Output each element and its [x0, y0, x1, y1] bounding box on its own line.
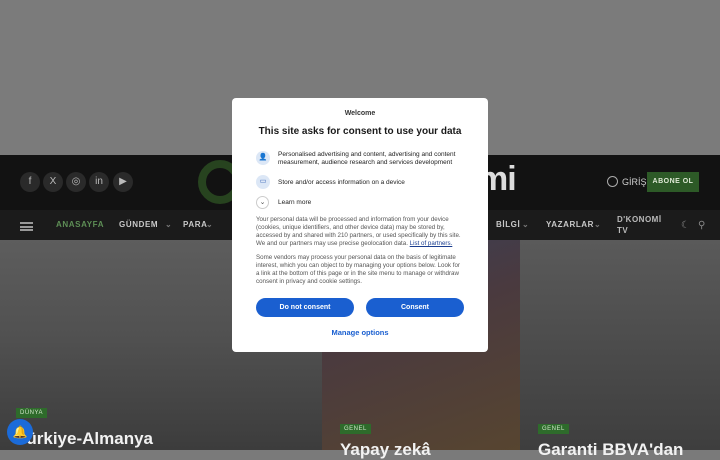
consent-title: This site asks for consent to use your d…: [258, 126, 462, 137]
person-icon: 👤: [256, 151, 270, 165]
user-icon: [607, 176, 618, 187]
consent-welcome: Welcome: [344, 110, 376, 117]
search-icon[interactable]: ⚲: [698, 220, 705, 231]
nav-item-para[interactable]: PARA: [183, 220, 207, 229]
chevron-down-icon[interactable]: ⌄: [256, 196, 269, 209]
consent-purpose-2: Store and/or access information on a dev…: [278, 179, 405, 186]
nav-item-gundem[interactable]: GÜNDEM: [119, 220, 158, 229]
partners-link[interactable]: List of partners.: [410, 240, 453, 247]
nav-chevron-icon: ⌄: [522, 220, 530, 229]
consent-paragraph-1: Your personal data will be processed and…: [256, 216, 464, 248]
card-tag[interactable]: DÜNYA: [16, 408, 48, 418]
do-not-consent-button[interactable]: Do not consent: [256, 298, 354, 317]
nav-chevron-icon: ⌄: [594, 220, 602, 229]
nav-item-yazarlar[interactable]: YAZARLAR: [546, 220, 594, 229]
consent-paragraph-2: Some vendors may process your personal d…: [256, 254, 460, 285]
nav-chevron-icon: ⌄: [165, 220, 173, 229]
x-icon[interactable]: X: [43, 172, 63, 192]
nav-item-dkonomi-tv[interactable]: D'KONOMİ TV: [617, 214, 662, 236]
consent-purpose-1: Personalised advertising and content, ad…: [278, 151, 456, 166]
hamburger-menu-icon[interactable]: [20, 222, 33, 231]
notification-bell-icon[interactable]: 🔔: [7, 419, 33, 445]
login-label: GİRİŞ: [622, 176, 647, 187]
youtube-icon[interactable]: ▶: [113, 172, 133, 192]
subscribe-button[interactable]: ABONE OL: [647, 172, 699, 192]
card-title[interactable]: Garanti BBVA'dan: [538, 440, 683, 460]
linkedin-icon[interactable]: in: [89, 172, 109, 192]
nav-dk-line1: D'KONOMİ: [617, 215, 662, 224]
login-link[interactable]: GİRİŞ: [607, 176, 647, 187]
card-title[interactable]: Türkiye-Almanya: [16, 429, 153, 449]
dark-mode-icon[interactable]: ☾: [681, 220, 690, 231]
nav-item-bilgi[interactable]: BİLGİ: [496, 220, 520, 229]
featured-card-image[interactable]: [520, 240, 720, 450]
learn-more-link[interactable]: Learn more: [278, 199, 311, 206]
facebook-icon[interactable]: f: [20, 172, 40, 192]
manage-options-button[interactable]: Manage options: [232, 328, 488, 337]
nav-chevron-icon: ⌄: [206, 220, 214, 229]
consent-button[interactable]: Consent: [366, 298, 464, 317]
device-icon: ▭: [256, 175, 270, 189]
instagram-icon[interactable]: ◎: [66, 172, 86, 192]
nav-item-anasayfa[interactable]: ANASAYFA: [56, 220, 104, 229]
card-title[interactable]: Yapay zekâ: [340, 440, 431, 460]
card-tag[interactable]: GENEL: [340, 424, 371, 434]
card-tag[interactable]: GENEL: [538, 424, 569, 434]
nav-dk-line2: TV: [617, 226, 629, 235]
